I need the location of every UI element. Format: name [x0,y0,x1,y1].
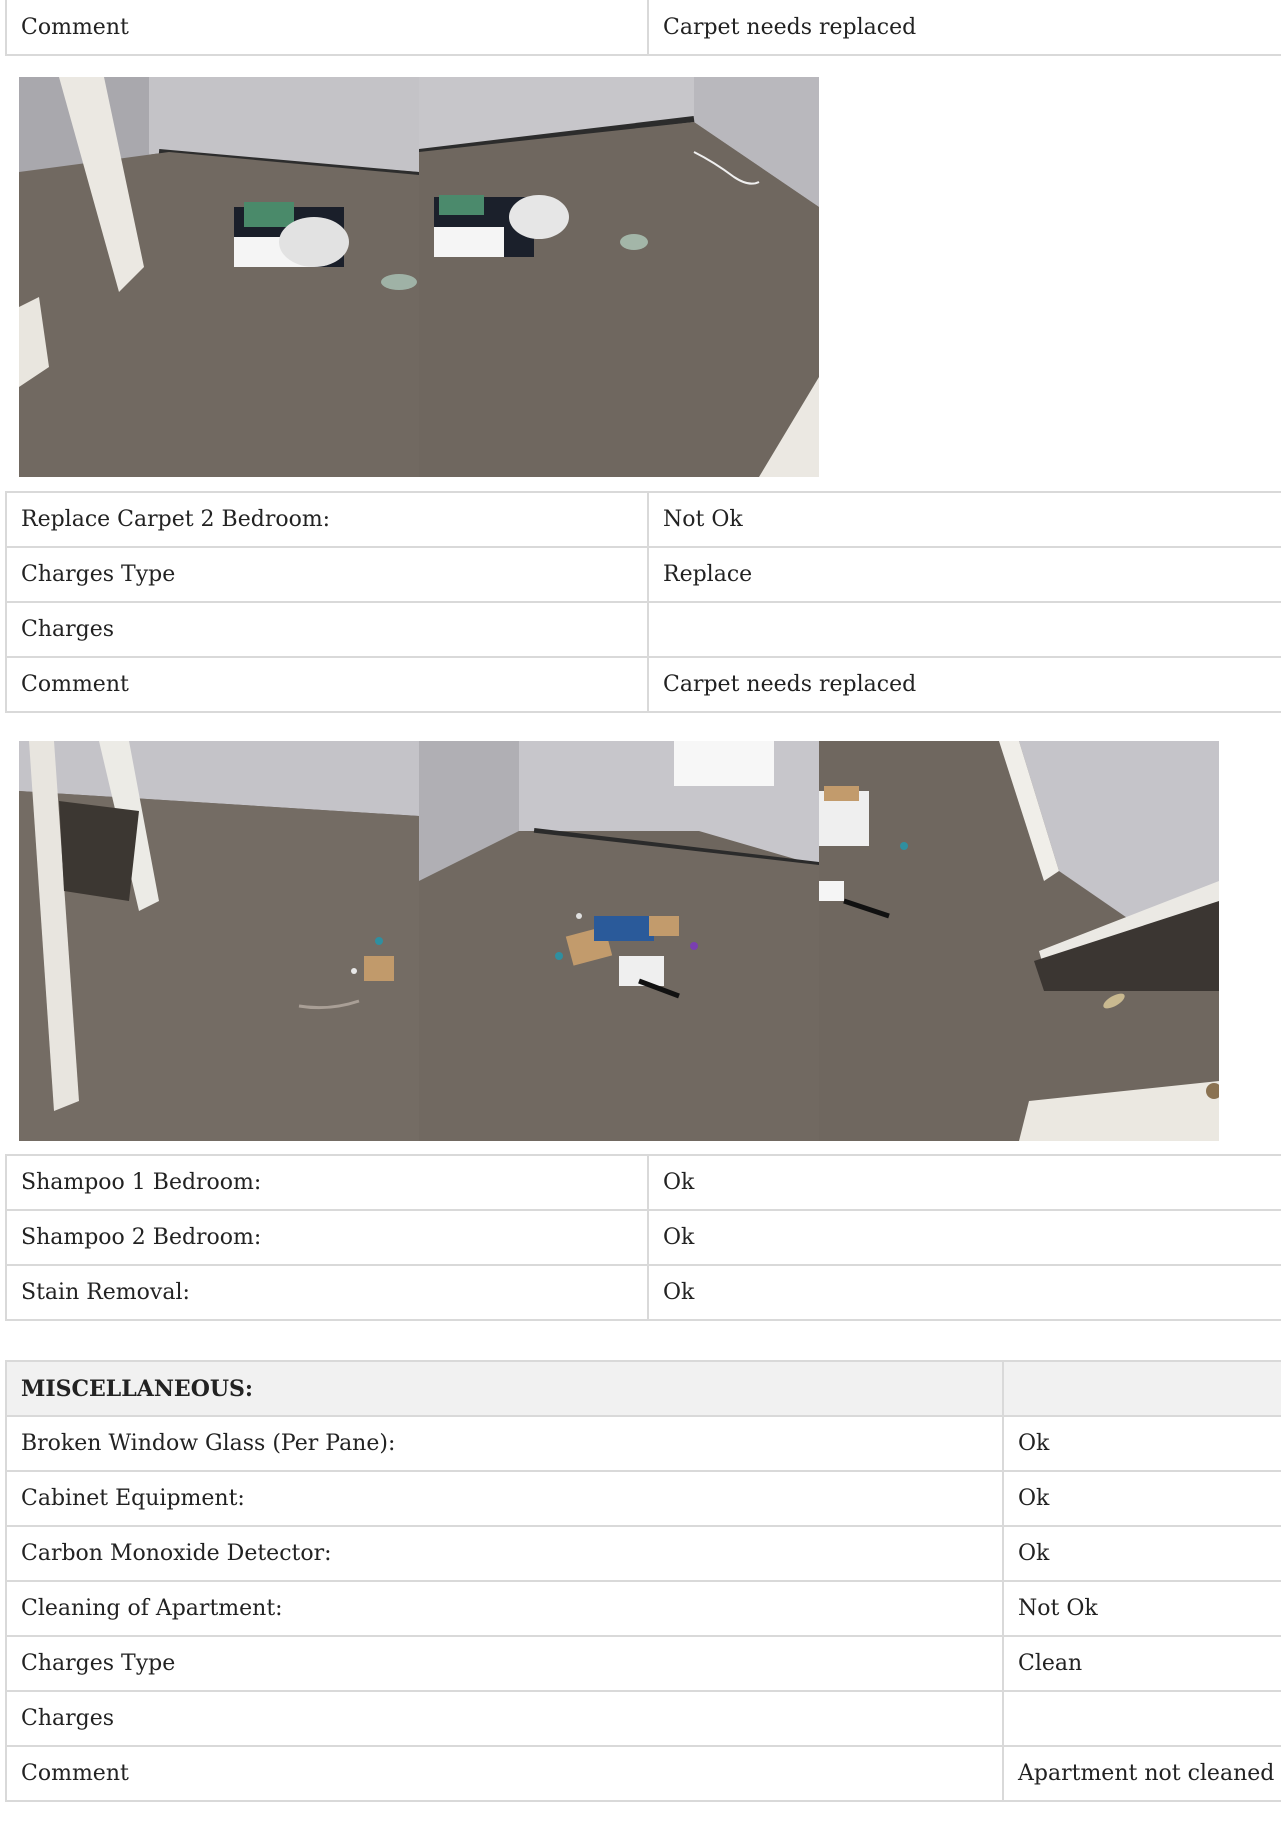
table-row: Stain Removal: Ok [5,1264,1281,1321]
row-label: Charges Type [5,546,648,603]
row-label: Cabinet Equipment: [5,1470,1003,1527]
row-value: Apartment not cleaned [1002,1745,1281,1802]
row-value: Clean [1002,1635,1281,1692]
row-label: Stain Removal: [5,1264,648,1321]
carpet-2-bedroom-table: Replace Carpet 2 Bedroom: Not Ok Charges… [5,491,1281,713]
bedroom-carpet-photo[interactable] [419,741,819,1141]
row-label: Shampoo 1 Bedroom: [5,1154,648,1211]
table-row: Charges Type Clean [5,1635,1281,1692]
comment-table-top: Comment Carpet needs replaced [5,0,1281,56]
table-row: Carbon Monoxide Detector: Ok [5,1525,1281,1582]
table-header-row: MISCELLANEOUS: [5,1360,1281,1417]
row-value: Carpet needs replaced [647,0,1281,56]
table-row: Comment Carpet needs replaced [5,0,1281,56]
table-row: Comment Apartment not cleaned [5,1745,1281,1802]
row-label: Shampoo 2 Bedroom: [5,1209,648,1266]
row-label: Charges [5,1690,1003,1747]
table-row: Charges [5,601,1281,658]
row-value: Ok [647,1154,1281,1211]
row-value: Carpet needs replaced [647,656,1281,713]
bedroom-carpet-photo[interactable] [419,77,819,477]
row-value: Not Ok [647,491,1281,548]
row-value: Ok [647,1264,1281,1321]
table-row: Charges [5,1690,1281,1747]
bedroom-carpet-photo[interactable] [19,77,419,477]
bedroom-carpet-photo[interactable] [19,741,419,1141]
row-label: Replace Carpet 2 Bedroom: [5,491,648,548]
section-heading-value [1002,1360,1281,1417]
row-label: Comment [5,0,648,56]
row-value: Not Ok [1002,1580,1281,1637]
row-value: Ok [1002,1470,1281,1527]
row-value [1002,1690,1281,1747]
miscellaneous-table: MISCELLANEOUS: Broken Window Glass (Per … [5,1360,1281,1802]
row-label: Charges Type [5,1635,1003,1692]
row-label: Cleaning of Apartment: [5,1580,1003,1637]
row-value: Ok [1002,1525,1281,1582]
shampoo-table: Shampoo 1 Bedroom: Ok Shampoo 2 Bedroom:… [5,1154,1281,1321]
table-row: Shampoo 2 Bedroom: Ok [5,1209,1281,1266]
table-row: Shampoo 1 Bedroom: Ok [5,1154,1281,1211]
photo-gallery-2 [19,741,1219,1141]
table-row: Replace Carpet 2 Bedroom: Not Ok [5,491,1281,548]
photo-gallery-1 [19,77,819,477]
row-label: Comment [5,1745,1003,1802]
table-row: Broken Window Glass (Per Pane): Ok [5,1415,1281,1472]
row-label: Broken Window Glass (Per Pane): [5,1415,1003,1472]
table-row: Comment Carpet needs replaced [5,656,1281,713]
row-value: Ok [1002,1415,1281,1472]
row-label: Charges [5,601,648,658]
bedroom-carpet-photo[interactable] [819,741,1219,1141]
row-label: Carbon Monoxide Detector: [5,1525,1003,1582]
row-value [647,601,1281,658]
table-row: Charges Type Replace [5,546,1281,603]
row-value: Ok [647,1209,1281,1266]
section-heading: MISCELLANEOUS: [5,1360,1003,1417]
row-label: Comment [5,656,648,713]
table-row: Cleaning of Apartment: Not Ok [5,1580,1281,1637]
table-row: Cabinet Equipment: Ok [5,1470,1281,1527]
row-value: Replace [647,546,1281,603]
